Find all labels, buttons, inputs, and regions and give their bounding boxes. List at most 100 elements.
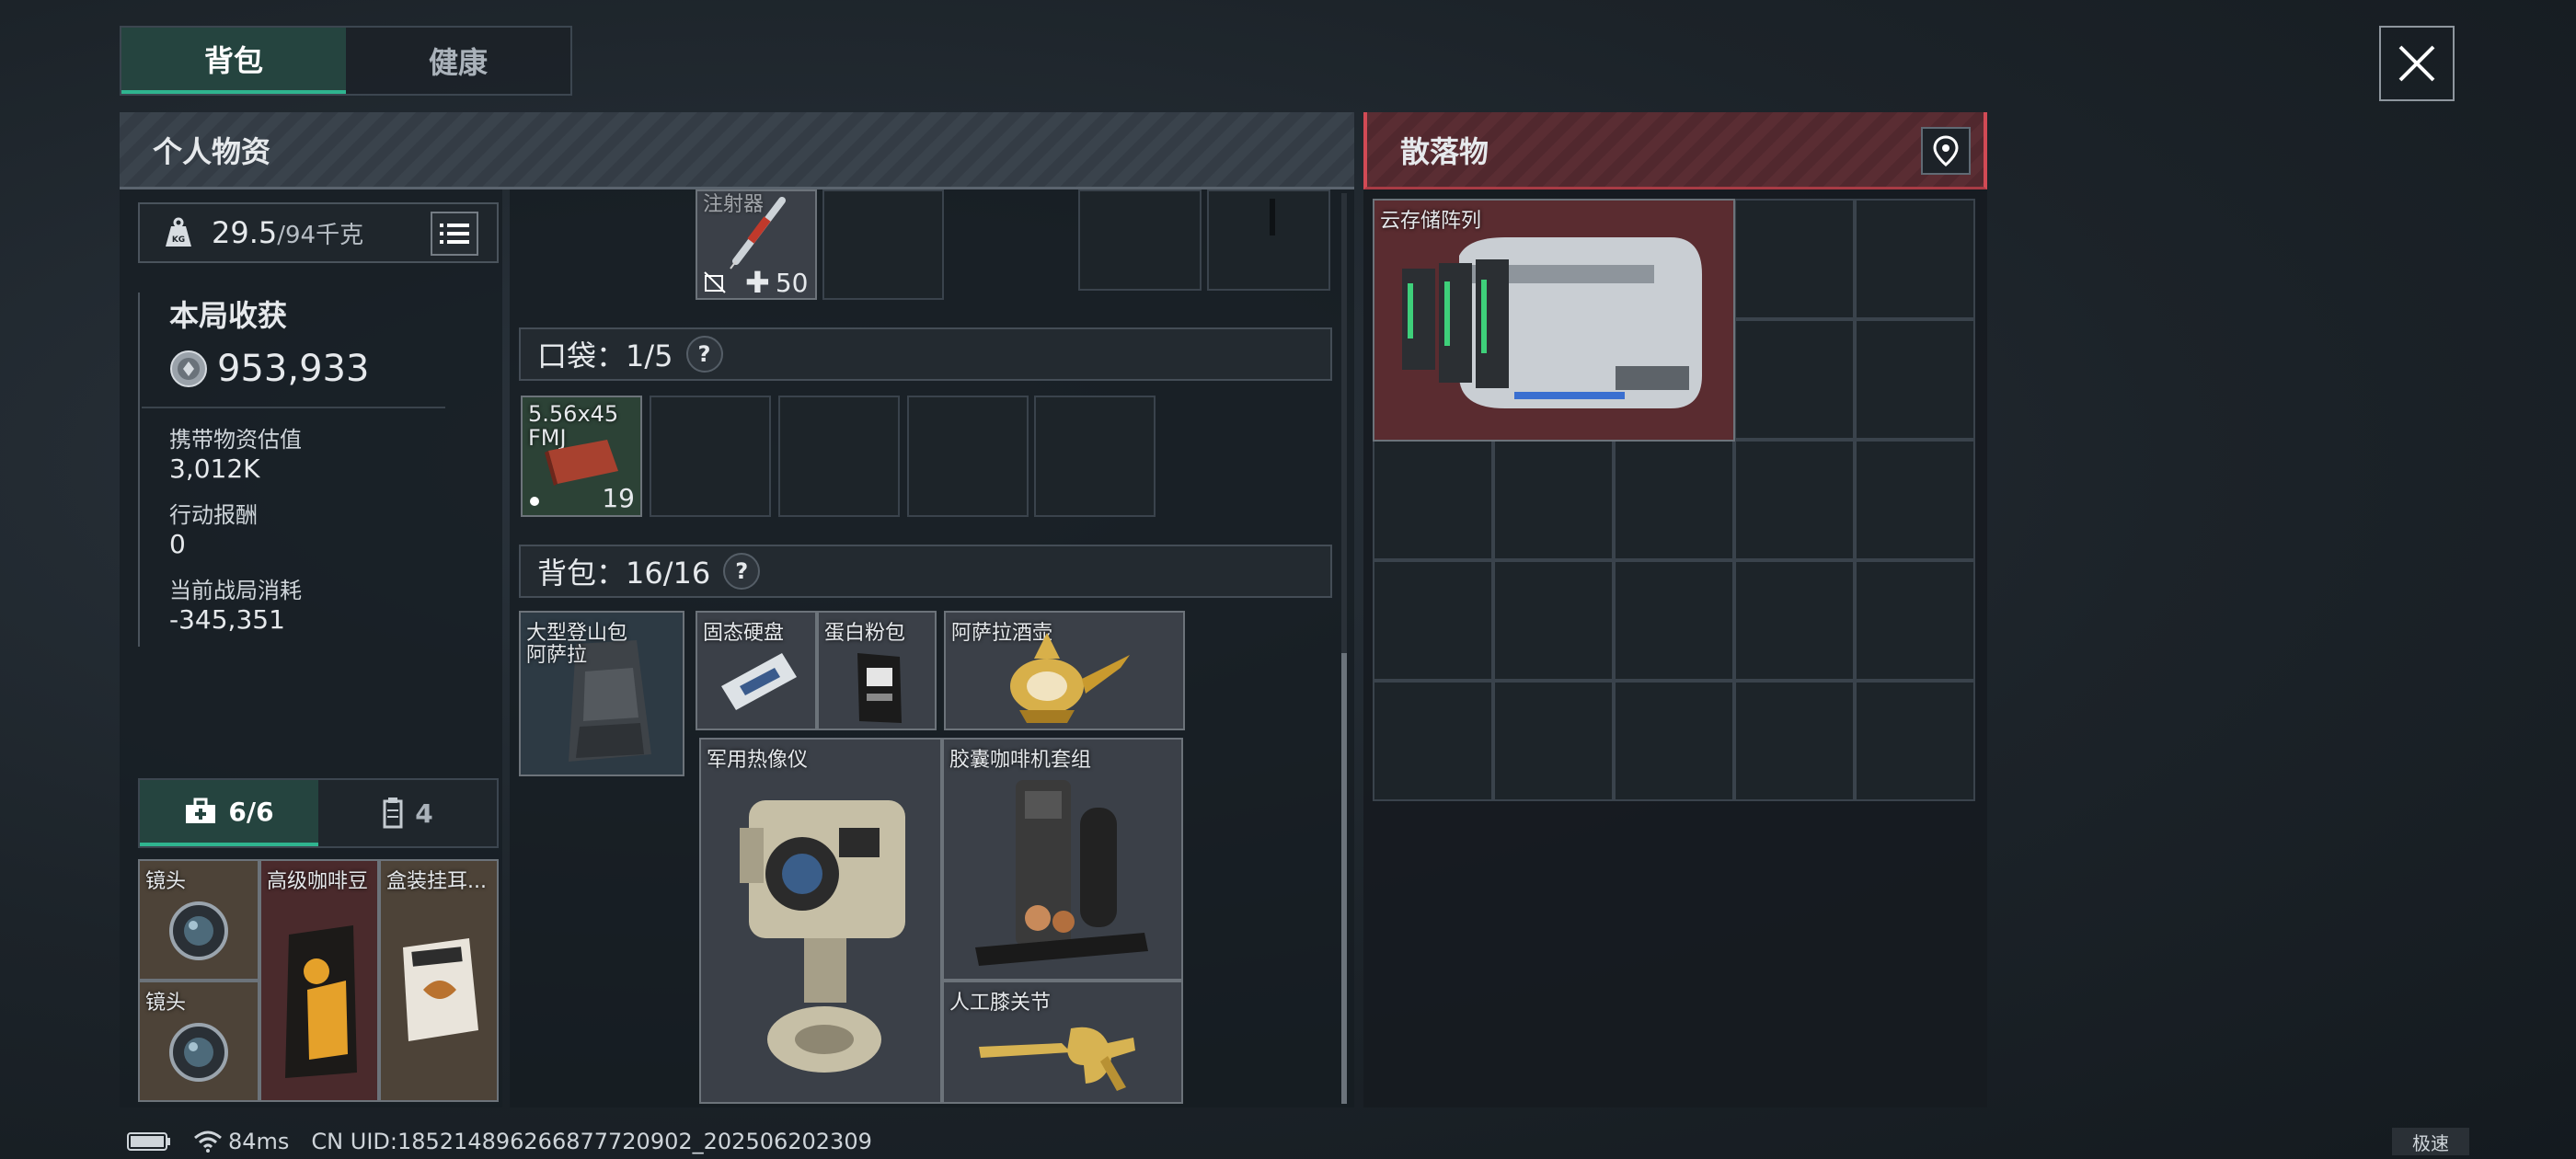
loot-item-cloud-storage[interactable]: 云存储阵列 — [1373, 199, 1735, 442]
help-icon[interactable]: ? — [685, 336, 723, 373]
network-status: 84ms — [193, 1129, 289, 1154]
item-subname: 阿萨拉 — [526, 644, 588, 667]
consume-label: 当前战局消耗 — [169, 578, 302, 603]
empty-slot[interactable] — [1078, 189, 1202, 291]
ammo-box-icon — [545, 440, 618, 486]
pocket-empty-slot[interactable] — [650, 396, 771, 517]
item-name: 军用热像仪 — [707, 749, 809, 772]
golden-kettle-icon — [1010, 633, 1130, 723]
wifi-icon — [194, 1130, 222, 1153]
carry-value-label: 携带物资估值 — [169, 427, 302, 453]
location-pin-button[interactable] — [1921, 127, 1971, 175]
ammo-count: 4 — [415, 798, 433, 829]
harvest-title: 本局收获 — [169, 298, 288, 333]
backpack-item-asala-kettle[interactable]: 阿萨拉酒壶 — [944, 611, 1185, 730]
divider — [142, 407, 445, 408]
coin-row: 953,933 — [169, 348, 451, 390]
tab-backpack[interactable]: 背包 — [121, 28, 346, 94]
loot-empty-slot[interactable] — [1734, 440, 1855, 560]
item-name: 蛋白粉包 — [824, 622, 906, 645]
coffee-bag-icon — [285, 925, 357, 1078]
stash-item-lens-1[interactable]: 镜头 — [138, 859, 259, 981]
loot-empty-slot[interactable] — [1493, 440, 1614, 560]
syringe-item[interactable]: 注射器 ✚ 50 — [696, 189, 817, 300]
item-name: 镜头 — [145, 992, 187, 1015]
item-name: 镜头 — [145, 870, 187, 893]
coffee-machine-icon — [975, 780, 1148, 966]
item-name: 5.56x45 — [528, 401, 619, 427]
backpack-item-protein[interactable]: 蛋白粉包 — [817, 611, 937, 730]
pocket-empty-slot[interactable] — [907, 396, 1029, 517]
close-button[interactable] — [2379, 26, 2455, 101]
backpack-section: 背包：16/16 ? — [519, 545, 1332, 598]
backpack-item-coffee-machine[interactable]: 胶囊咖啡机套组 — [942, 738, 1183, 981]
loot-empty-slot[interactable] — [1734, 681, 1855, 801]
harvest-summary: 本局收获 953,933 携带物资估值 3,012K 行动报酬 0 当前战局消耗… — [138, 293, 451, 647]
tab-ammo[interactable]: 4 — [318, 780, 497, 846]
lens-icon — [169, 901, 228, 960]
stash-item-drip-coffee[interactable]: 盒装挂耳... — [379, 859, 499, 1102]
loot-empty-slot[interactable] — [1373, 681, 1493, 801]
backpack-item-thermal-imager[interactable]: 军用热像仪 — [699, 738, 942, 1104]
coin-total: 953,933 — [217, 348, 370, 390]
empty-slot[interactable] — [822, 189, 944, 300]
help-icon[interactable]: ? — [723, 553, 761, 590]
plus-icon: ✚ — [745, 265, 770, 300]
loot-empty-slot[interactable] — [1855, 440, 1975, 560]
loot-empty-slot[interactable] — [1614, 560, 1734, 681]
ssd-icon — [721, 653, 797, 710]
loot-empty-slot[interactable] — [1373, 440, 1493, 560]
loot-empty-slot[interactable] — [1734, 319, 1855, 440]
loot-empty-slot[interactable] — [1493, 560, 1614, 681]
syringe-icon — [730, 197, 786, 270]
battery-icon — [127, 1132, 170, 1151]
loot-empty-slot[interactable] — [1855, 319, 1975, 440]
status-bar: 84ms CN UID:185214896266877720902_202506… — [127, 1126, 872, 1157]
scrollbar-thumb[interactable] — [1341, 653, 1347, 1104]
loot-empty-slot[interactable] — [1373, 560, 1493, 681]
empty-slot[interactable] — [1207, 189, 1330, 291]
reward-label: 行动报酬 — [169, 502, 258, 528]
backpack-item-ssd[interactable]: 固态硬盘 — [696, 611, 817, 730]
loot-empty-slot[interactable] — [1614, 681, 1734, 801]
ping-value: 84ms — [228, 1129, 290, 1154]
loot-empty-slot[interactable] — [1734, 560, 1855, 681]
carry-value: 3,012K — [169, 453, 260, 484]
medical-count: 6/6 — [228, 796, 274, 827]
ammo-item[interactable]: 5.56x45 FMJ 19 — [521, 396, 642, 517]
consume-value: -345,351 — [169, 604, 285, 635]
thermal-camera-icon — [740, 800, 905, 1073]
list-view-button[interactable] — [431, 212, 478, 256]
weight-icon: KG — [166, 217, 191, 247]
magazine-icon — [383, 798, 403, 829]
list-icon — [440, 224, 469, 244]
lens-icon — [169, 1023, 228, 1082]
item-name: 高级咖啡豆 — [267, 870, 369, 893]
weight-current: 29.5 — [212, 215, 278, 250]
tab-health[interactable]: 健康 — [346, 28, 570, 94]
heal-value-text: 50 — [775, 267, 809, 298]
pocket-section: 口袋：1/5 ? — [519, 327, 1332, 381]
backpack-item-knee-joint[interactable]: 人工膝关节 — [942, 981, 1183, 1104]
pocket-empty-slot[interactable] — [1034, 396, 1156, 517]
top-tabs: 背包 健康 — [120, 26, 572, 96]
loot-empty-slot[interactable] — [1734, 199, 1855, 319]
loot-empty-slot[interactable] — [1855, 199, 1975, 319]
loot-empty-slot[interactable] — [1855, 681, 1975, 801]
pocket-empty-slot[interactable] — [778, 396, 900, 517]
coffee-box-icon — [403, 938, 478, 1041]
stash-item-coffee-beans[interactable]: 高级咖啡豆 — [259, 859, 379, 1102]
svg-text:KG: KG — [172, 235, 185, 245]
stash-item-lens-2[interactable]: 镜头 — [138, 981, 259, 1102]
knee-joint-icon — [979, 1027, 1135, 1091]
heal-value: ✚ 50 — [745, 265, 809, 300]
loot-empty-slot[interactable] — [1493, 681, 1614, 801]
storage-array-icon — [1402, 237, 1702, 408]
loot-empty-slot[interactable] — [1614, 440, 1734, 560]
loot-empty-slot[interactable] — [1855, 560, 1975, 681]
coin-icon — [170, 350, 207, 387]
loot-header-title: 散落物 — [1400, 133, 1489, 169]
medkit-icon — [186, 798, 216, 823]
tab-medical[interactable]: 6/6 — [140, 780, 318, 846]
backpack-item-mountain-bag[interactable]: 大型登山包 阿萨拉 — [519, 611, 684, 776]
